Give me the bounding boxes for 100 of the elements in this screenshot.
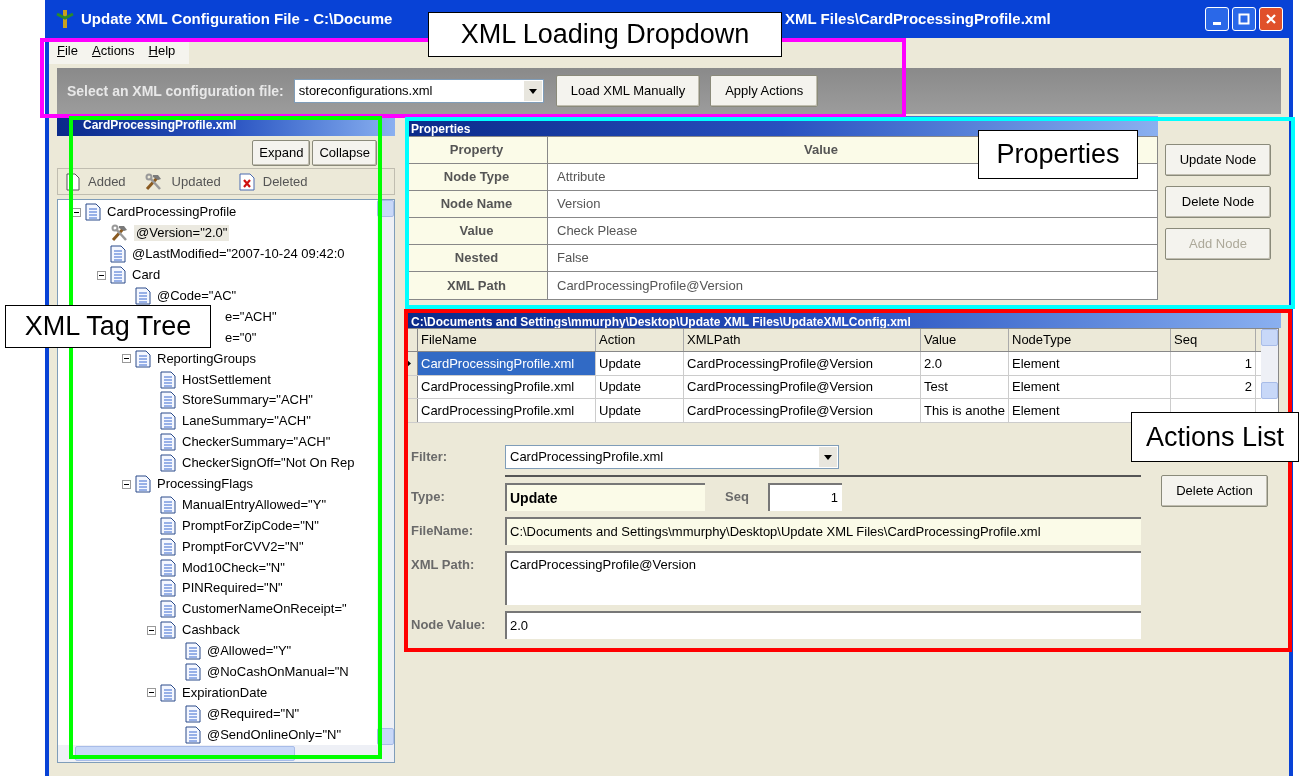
maximize-button[interactable]	[1232, 7, 1256, 31]
delete-action-button[interactable]: Delete Action	[1161, 475, 1268, 507]
column-header[interactable]: FileName	[418, 329, 596, 351]
table-cell: Element	[1009, 375, 1171, 398]
toolbar-button[interactable]: Apply Actions	[710, 75, 819, 107]
tree-item[interactable]: CustomerNameOnReceipt="	[180, 601, 349, 618]
table-cell: Update	[596, 375, 684, 398]
document-icon	[135, 349, 151, 368]
close-icon	[1265, 13, 1277, 25]
maximize-icon	[1238, 13, 1250, 25]
tree-item[interactable]: @Version="2.0"	[134, 225, 230, 242]
tree-item[interactable]: @SendOnlineOnly="N"	[205, 726, 344, 743]
menu-item[interactable]: File	[57, 41, 78, 61]
column-header[interactable]: Action	[596, 329, 684, 351]
table-cell: Test	[921, 375, 1009, 398]
document-icon	[160, 579, 176, 598]
tree-item[interactable]: Card	[130, 267, 163, 284]
tree-item[interactable]: ManualEntryAllowed="Y"	[180, 496, 328, 513]
tree-item[interactable]: @NoCashOnManual="N	[205, 664, 351, 681]
callout-label: Actions List	[1131, 412, 1299, 462]
tree-item[interactable]: PromptForZipCode="N"	[180, 517, 321, 534]
toolbar-button[interactable]: Load XML Manually	[555, 75, 701, 107]
tree-item[interactable]: e="0"	[223, 329, 259, 346]
document-icon	[160, 600, 176, 619]
hammer-wrench-icon	[143, 172, 164, 191]
document-icon	[185, 725, 201, 744]
tree-item[interactable]: @Required="N"	[205, 705, 302, 722]
tree-item[interactable]: Mod10Check="N"	[180, 559, 287, 576]
tree-item[interactable]: HostSettlement	[180, 371, 273, 388]
table-cell: CardProcessingProfile.xml	[418, 352, 596, 375]
minimize-icon	[1213, 21, 1221, 25]
seq-field[interactable]: 1	[768, 483, 842, 511]
collapse-button[interactable]: Collapse	[312, 140, 377, 166]
minimize-button[interactable]	[1205, 7, 1229, 31]
table-cell: CardProcessingProfile@Version	[684, 375, 921, 398]
collapse-toggle[interactable]	[147, 688, 156, 698]
document-icon	[160, 495, 176, 514]
tree-item[interactable]: CheckerSignOff="Not On Rep	[180, 455, 357, 472]
field-label: Filter:	[411, 448, 449, 467]
tree-item[interactable]: @LastModified="2007-10-24 09:42:0	[130, 246, 347, 263]
document-icon	[135, 287, 151, 305]
tree-item[interactable]: LaneSummary="ACH"	[180, 413, 313, 430]
table-cell: CardProcessingProfile@Version	[684, 352, 921, 375]
collapse-toggle[interactable]	[72, 207, 81, 217]
tree-item[interactable]: @Allowed="Y"	[205, 643, 294, 660]
tree-item[interactable]: StoreSummary="ACH"	[180, 392, 315, 409]
xml-path-field[interactable]: CardProcessingProfile@Version	[505, 551, 1141, 605]
property-value[interactable]: Version	[548, 191, 1157, 217]
field-label: Seq	[725, 488, 750, 507]
tree-item[interactable]: CardProcessingProfile	[105, 204, 239, 221]
column-header[interactable]: XMLPath	[684, 329, 921, 351]
document-icon	[160, 516, 176, 535]
collapse-toggle[interactable]	[147, 625, 156, 635]
document-icon	[135, 475, 151, 493]
tree-item[interactable]: ProcessingFlags	[155, 476, 256, 492]
document-icon	[85, 203, 101, 222]
document-icon	[185, 704, 201, 723]
document-icon	[185, 663, 201, 682]
expand-button[interactable]: Expand	[252, 140, 311, 166]
tree-item[interactable]: PromptForCVV2="N"	[180, 538, 306, 555]
field-label: XML Path:	[411, 556, 476, 574]
menu-item[interactable]: Help	[148, 41, 176, 61]
column-header[interactable]: Seq	[1171, 329, 1256, 351]
property-value[interactable]: CardProcessingProfile@Version	[548, 272, 1157, 299]
tree-item[interactable]: CheckerSummary="ACH"	[180, 434, 333, 451]
property-value[interactable]: Check Please	[548, 218, 1157, 244]
legend-label: Updated	[171, 172, 221, 191]
collapse-toggle[interactable]	[97, 270, 106, 280]
document-icon	[160, 558, 176, 577]
filter-combo-box[interactable]: CardProcessingProfile.xml	[505, 445, 839, 469]
scrollbar[interactable]	[1261, 329, 1278, 399]
tree-item[interactable]: ExpirationDate	[180, 684, 270, 701]
tree-item[interactable]: @Code="AC"	[155, 288, 239, 304]
tree-item[interactable]: ReportingGroups	[155, 350, 258, 367]
close-button[interactable]	[1259, 7, 1283, 31]
document-icon	[160, 454, 176, 473]
table-cell: Element	[1009, 352, 1171, 375]
node-value-field[interactable]: 2.0	[505, 611, 1141, 639]
node-button[interactable]: Update Node	[1165, 144, 1271, 176]
tree-item[interactable]: Cashback	[180, 622, 242, 639]
collapse-toggle[interactable]	[122, 479, 131, 489]
property-name: Nested	[406, 245, 548, 271]
column-header[interactable]: NodeType	[1009, 329, 1171, 351]
property-value[interactable]: False	[548, 245, 1157, 271]
tree-item[interactable]: PINRequired="N"	[180, 580, 285, 597]
menu-item[interactable]: Actions	[91, 41, 135, 61]
property-name: Value	[406, 218, 548, 244]
node-button[interactable]: Delete Node	[1165, 186, 1271, 218]
file-combo-box[interactable]: storeconfigurations.xml	[293, 79, 544, 103]
field-label: FileName:	[411, 522, 475, 541]
column-header: Value	[804, 141, 838, 160]
callout-label: XML Tag Tree	[5, 305, 211, 348]
collapse-toggle[interactable]	[122, 354, 131, 364]
document-icon	[160, 391, 176, 410]
column-header: Property	[406, 137, 548, 163]
deleted-page-icon	[238, 172, 255, 191]
column-header[interactable]: Value	[921, 329, 1009, 351]
tree-item[interactable]: e="ACH"	[223, 308, 279, 325]
hammer-wrench-icon	[110, 224, 130, 243]
table-cell: CardProcessingProfile.xml	[418, 399, 596, 422]
